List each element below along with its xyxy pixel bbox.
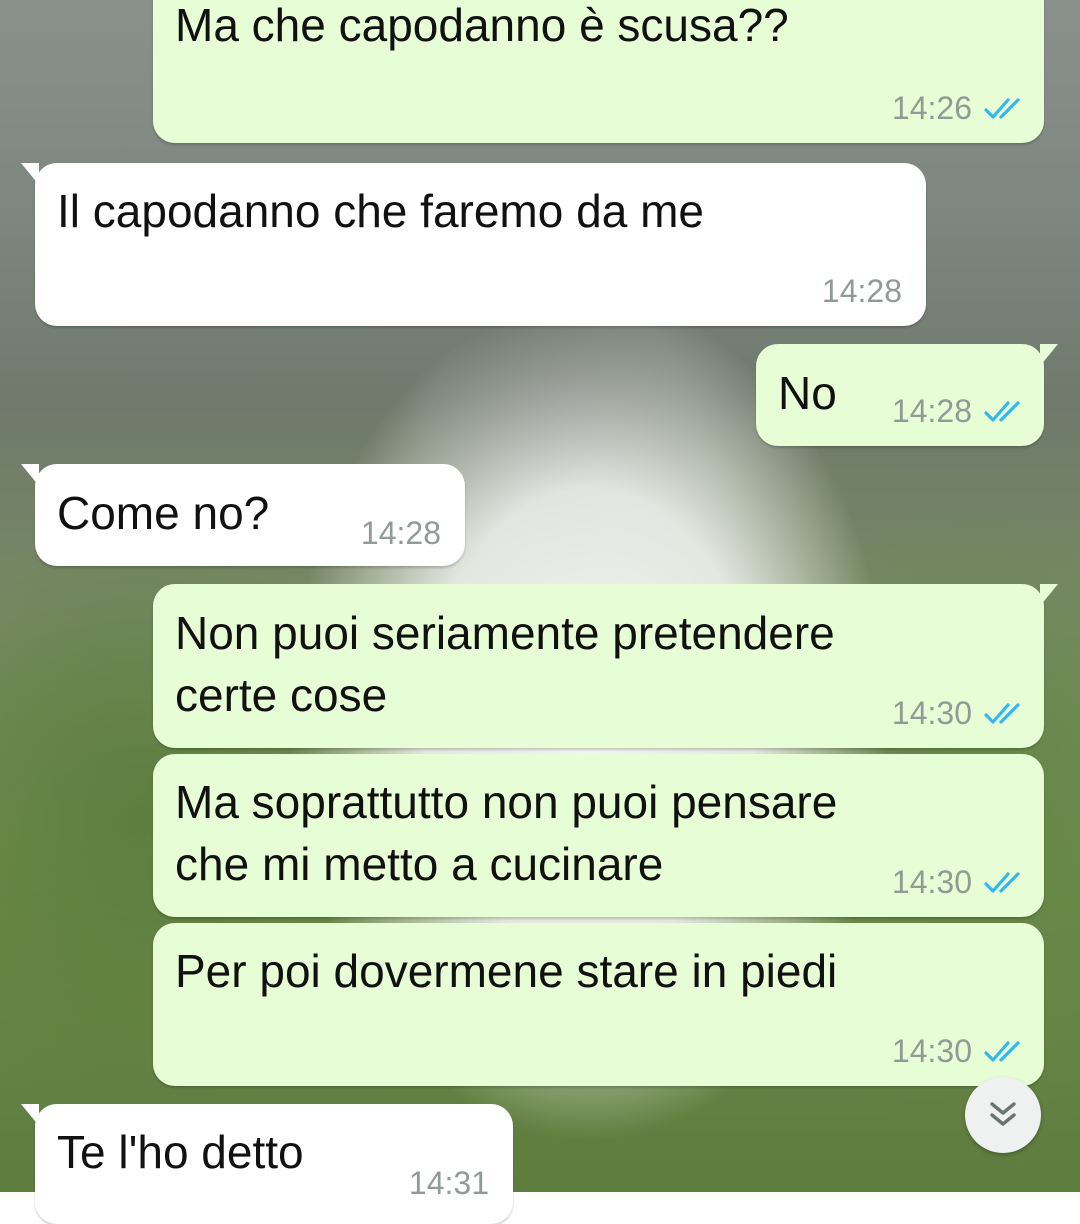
message-time: 14:30 (891, 1033, 972, 1069)
message-outgoing[interactable]: Ma soprattutto non puoi pensare che mi m… (153, 754, 1044, 917)
double-check-icon (984, 400, 1020, 422)
double-check-icon (984, 1040, 1020, 1062)
message-meta: 14:28 (822, 273, 902, 310)
bubble-tail (21, 163, 39, 185)
message-time: 14:30 (891, 695, 972, 731)
bubble-tail (1040, 344, 1058, 366)
message-time: 14:28 (891, 393, 972, 429)
bubble-tail (21, 1104, 39, 1126)
scroll-to-bottom-button[interactable] (965, 1077, 1041, 1153)
message-meta: 14:30 (892, 695, 1024, 732)
message-incoming[interactable]: Come no? 14:28 (21, 464, 465, 566)
message-outgoing[interactable]: Non puoi seriamente pretendere certe cos… (153, 584, 1058, 748)
message-meta: 14:30 (892, 864, 1024, 901)
message-meta: 14:26 (892, 90, 1024, 127)
message-text: Per poi dovermene stare in piedi (175, 945, 838, 997)
message-text: Il capodanno che faremo da me (57, 185, 704, 237)
bubble-tail (1040, 584, 1058, 606)
message-time: 14:28 (360, 515, 441, 551)
message-time: 14:31 (408, 1165, 489, 1201)
message-meta: 14:28 (361, 515, 441, 552)
chevron-double-down-icon (990, 1102, 1016, 1126)
message-time: 14:30 (891, 864, 972, 900)
message-time: 14:28 (821, 273, 902, 309)
message-time: 14:26 (891, 90, 972, 126)
message-outgoing[interactable]: Ma che capodanno è scusa?? 14:26 (153, 0, 1044, 143)
message-outgoing[interactable]: Per poi dovermene stare in piedi 14:30 (153, 923, 1044, 1086)
message-incoming[interactable]: Te l'ho detto 14:31 (21, 1104, 513, 1224)
message-incoming[interactable]: Il capodanno che faremo da me 14:28 (21, 163, 926, 326)
message-meta: 14:30 (892, 1033, 1024, 1070)
double-check-icon (984, 702, 1020, 724)
double-check-icon (984, 97, 1020, 119)
bubble-tail (21, 464, 39, 486)
message-text: Ma che capodanno è scusa?? (175, 0, 789, 51)
message-meta: 14:31 (409, 1165, 489, 1202)
message-outgoing[interactable]: No 14:28 (756, 344, 1058, 446)
message-meta: 14:28 (892, 393, 1024, 430)
double-check-icon (984, 871, 1020, 893)
